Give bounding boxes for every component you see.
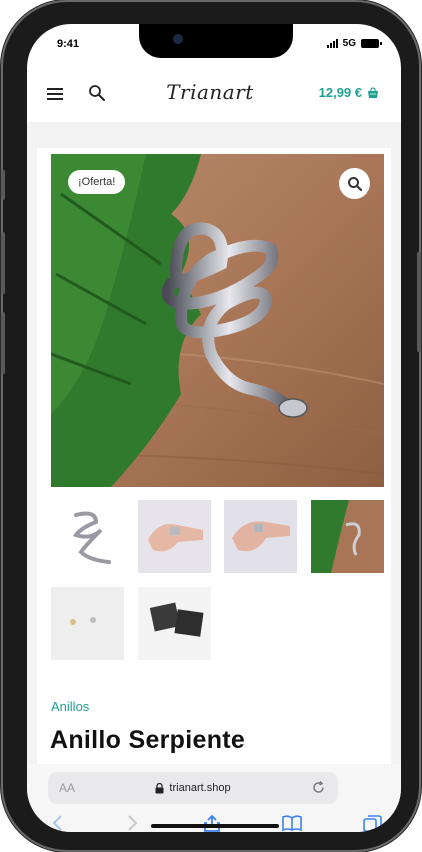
battery-icon — [361, 39, 382, 48]
zoom-button[interactable] — [339, 168, 370, 199]
thumbnail-ring-silver[interactable] — [51, 500, 124, 573]
hamburger-menu-icon[interactable] — [47, 88, 63, 100]
bookmarks-icon[interactable] — [281, 814, 303, 832]
tabs-icon[interactable] — [361, 814, 383, 832]
reload-icon[interactable] — [311, 780, 326, 795]
thumbnail-gift-box[interactable] — [138, 587, 211, 660]
network-type: 5G — [342, 38, 356, 49]
power-button — [417, 252, 421, 352]
share-icon[interactable] — [201, 814, 223, 832]
cart-button[interactable]: 12,99 € — [319, 85, 379, 100]
shopping-bag-icon — [368, 86, 378, 98]
thumbnail-leaf[interactable] — [311, 500, 384, 573]
search-icon[interactable] — [88, 84, 106, 102]
thumbnail-hand-2[interactable] — [224, 500, 297, 573]
header-divider-band — [27, 122, 401, 148]
signal-icon — [326, 39, 338, 48]
home-indicator — [151, 824, 279, 828]
content-gutter-right — [391, 148, 401, 768]
product-main-image[interactable]: ¡Oferta! — [51, 154, 384, 487]
url-display: trianart.shop — [155, 782, 231, 794]
site-header: Trianart 12,99 € — [27, 70, 401, 122]
thumbnail-earrings[interactable] — [51, 587, 124, 660]
address-bar[interactable]: AA trianart.shop — [48, 772, 338, 804]
phone-frame: 9:41 5G Trianart 12,99 € ¡Oferta! Anillo… — [3, 2, 419, 850]
back-arrow-icon[interactable] — [47, 814, 69, 832]
text-size-button[interactable]: AA — [59, 781, 75, 795]
volume-up-button — [1, 232, 5, 294]
content-gutter-left — [27, 148, 37, 768]
thumbnail-hand-1[interactable] — [138, 500, 211, 573]
url-text: trianart.shop — [169, 782, 231, 794]
lock-icon — [155, 782, 164, 793]
browser-bottom-bar: AA trianart.shop — [27, 764, 401, 832]
product-title: Anillo Serpiente — [50, 726, 246, 754]
cart-total: 12,99 € — [318, 85, 362, 100]
sale-badge: ¡Oferta! — [68, 170, 126, 194]
front-camera — [173, 34, 183, 44]
forward-arrow-icon[interactable] — [121, 814, 143, 832]
magnifier-icon — [347, 176, 362, 191]
product-category-link[interactable]: Anillos — [51, 699, 89, 714]
status-right: 5G — [326, 38, 382, 49]
status-time: 9:41 — [57, 38, 80, 50]
volume-down-button — [1, 312, 5, 374]
ring-on-leaf-image — [51, 154, 384, 487]
mute-switch — [1, 170, 5, 200]
site-logo[interactable]: Trianart — [165, 80, 255, 114]
notch — [139, 24, 293, 58]
phone-screen: 9:41 5G Trianart 12,99 € ¡Oferta! Anillo… — [27, 24, 401, 832]
